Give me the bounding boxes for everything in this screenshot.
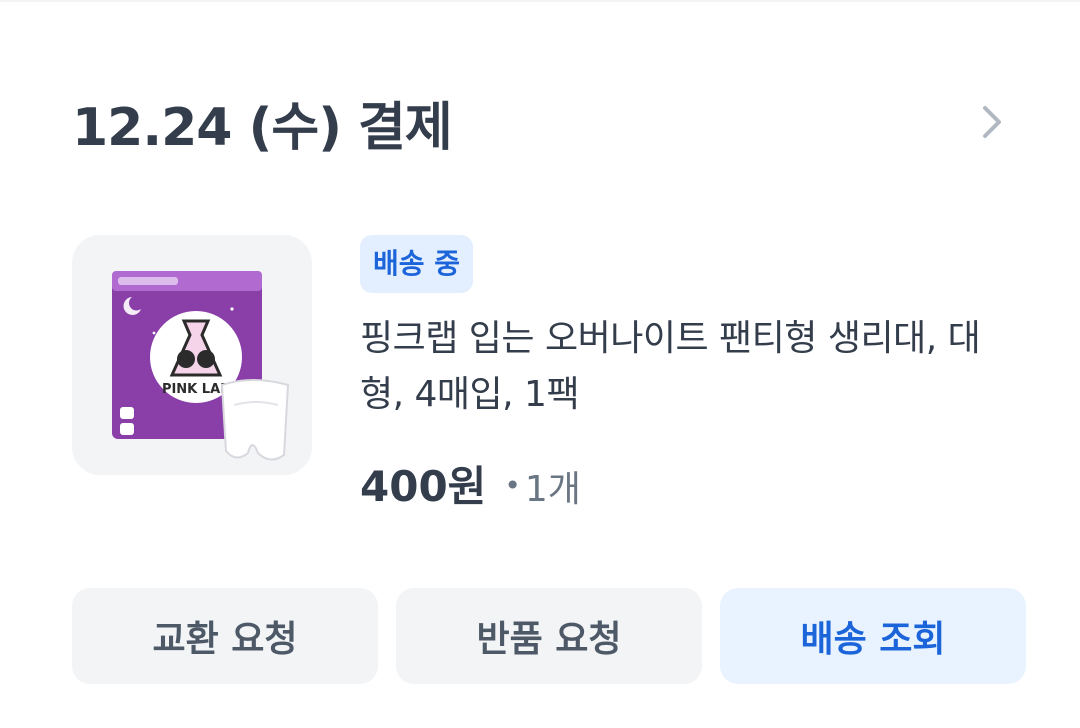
product-price: 400원 <box>360 462 487 511</box>
order-date-title: 12.24 (수) 결제 <box>72 97 453 158</box>
chevron-right-icon[interactable] <box>972 102 1012 142</box>
product-name[interactable]: 핑크랩 입는 오버나이트 팬티형 생리대, 대형, 4매입, 1팩 <box>360 311 1000 423</box>
separator-dot: • <box>504 469 521 502</box>
exchange-request-button[interactable]: 교환 요청 <box>72 588 378 684</box>
brand-logo-text: PINK LAB <box>162 382 230 397</box>
track-delivery-button[interactable]: 배송 조회 <box>720 588 1026 684</box>
product-info: 배송 중 핑크랩 입는 오버나이트 팬티형 생리대, 대형, 4매입, 1팩 4… <box>360 235 1020 514</box>
price-row: 400원 • 1개 <box>360 453 1020 514</box>
product-image[interactable]: PINK LAB <box>72 235 312 475</box>
order-actions: 교환 요청 반품 요청 배송 조회 <box>72 588 1026 684</box>
return-request-button[interactable]: 반품 요청 <box>396 588 702 684</box>
order-card: 12.24 (수) 결제 PINK LAB 배송 중 핑크랩 입는 오버나이트 … <box>0 0 1080 728</box>
product-quantity-group: • 1개 <box>504 460 581 512</box>
status-badge: 배송 중 <box>360 235 474 293</box>
order-header[interactable]: 12.24 (수) 결제 <box>72 82 1012 162</box>
product-quantity: 1개 <box>524 469 581 510</box>
